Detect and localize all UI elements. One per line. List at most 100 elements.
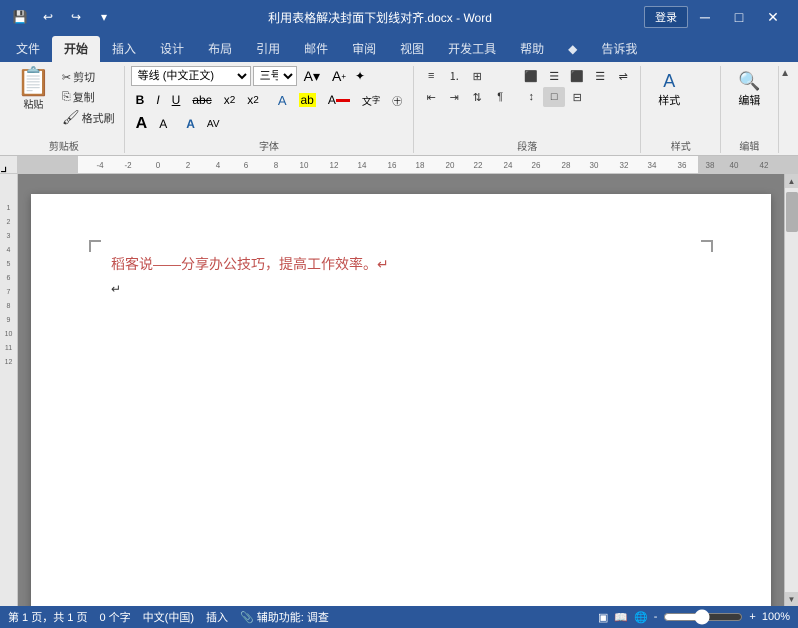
document-title: 利用表格解决封面下划线对齐.docx - Word — [116, 9, 644, 26]
scroll-track[interactable] — [785, 188, 798, 592]
tab-view[interactable]: 视图 — [388, 36, 436, 62]
bullets-button[interactable]: ≡ — [420, 66, 442, 86]
numbering-button[interactable]: ⒈ — [443, 66, 465, 86]
save-icon-btn[interactable]: 💾 — [8, 5, 32, 29]
enclose-char-button[interactable]: ㊉ — [387, 90, 407, 110]
language-indicator[interactable]: 中文(中国) — [143, 609, 194, 625]
line-spacing-button[interactable]: ↕ — [520, 87, 542, 107]
tab-help[interactable]: 帮助 — [508, 36, 556, 62]
tab-home[interactable]: 开始 — [52, 36, 100, 62]
align-left-button[interactable]: ⬛ — [520, 66, 542, 86]
document-text-line1[interactable]: 稻客说——分享办公技巧，提高工作效率。↵ — [111, 254, 691, 274]
ruler-num-12: 12 — [330, 161, 339, 170]
tab-diamond[interactable]: ◆ — [556, 36, 589, 62]
justify-button[interactable]: ☰ — [589, 66, 611, 86]
ruler-num-20: 20 — [446, 161, 455, 170]
decrease-font-button[interactable]: A▾ — [299, 66, 325, 86]
cut-button[interactable]: ✂ 剪切 — [59, 68, 118, 86]
ribbon-group-editing: 🔍 编辑 编辑 — [721, 66, 778, 153]
show-formatting-button[interactable]: ¶ — [489, 87, 511, 107]
increase-indent-button[interactable]: ⇥ — [443, 87, 465, 107]
minimize-button[interactable]: ─ — [688, 0, 722, 34]
zoom-out-btn[interactable]: - — [654, 611, 658, 623]
character-spacing-button[interactable]: AV — [202, 114, 225, 134]
font-color-button[interactable]: A — [323, 90, 355, 110]
strikethrough-button[interactable]: abc — [187, 90, 216, 110]
tab-insert[interactable]: 插入 — [100, 36, 148, 62]
align-center-button[interactable]: ☰ — [543, 66, 565, 86]
italic-button[interactable]: I — [151, 90, 164, 110]
shading-button[interactable]: □ — [543, 87, 565, 107]
tab-layout[interactable]: 布局 — [196, 36, 244, 62]
copy-label: 复制 — [73, 89, 95, 105]
ribbon-collapse-button[interactable]: ▲ — [776, 66, 794, 81]
font-size-select[interactable]: 三号 — [253, 66, 297, 86]
increase-font-button[interactable]: A+ — [327, 66, 348, 86]
font-color2-button[interactable]: A — [181, 114, 200, 134]
tab-devtools[interactable]: 开发工具 — [436, 36, 508, 62]
zoom-in-btn[interactable]: + — [749, 611, 755, 623]
align-right-button[interactable]: ⬛ — [566, 66, 588, 86]
undo-icon-btn[interactable]: ↩ — [36, 5, 60, 29]
scroll-up-button[interactable]: ▲ — [785, 174, 798, 188]
corner-mark-tr — [701, 240, 713, 252]
ruler-num-28: 28 — [562, 161, 571, 170]
redo-icon-btn[interactable]: ↪ — [64, 5, 88, 29]
styles-gallery-button[interactable]: A 样式 — [647, 66, 691, 113]
ruler-num-22: 22 — [474, 161, 483, 170]
sort-button[interactable]: ⇅ — [466, 87, 488, 107]
page-info[interactable]: 第 1 页，共 1 页 — [8, 609, 87, 625]
insert-mode[interactable]: 插入 — [206, 609, 228, 625]
phonetic-guide-button[interactable]: 文字 — [357, 90, 385, 110]
view-normal-btn[interactable]: ▣ — [598, 611, 608, 624]
ruler-num-38: 38 — [706, 161, 715, 170]
scroll-down-button[interactable]: ▼ — [785, 592, 798, 606]
zoom-level[interactable]: 100% — [762, 611, 790, 623]
zoom-slider[interactable] — [663, 609, 743, 625]
font-name-select[interactable]: 等线 (中文正文) — [131, 66, 251, 86]
superscript-button[interactable]: x2 — [242, 90, 264, 110]
word-count[interactable]: 0 个字 — [99, 609, 130, 625]
subscript-button[interactable]: x2 — [219, 90, 241, 110]
tab-review[interactable]: 审阅 — [340, 36, 388, 62]
underline-button[interactable]: U — [167, 90, 186, 110]
copy-button[interactable]: ⎘ 复制 — [59, 88, 118, 106]
ruler-num-32: 32 — [620, 161, 629, 170]
text-direction-button[interactable]: ⇌ — [612, 66, 634, 86]
text-highlight-button[interactable]: ab — [294, 90, 321, 110]
paste-button[interactable]: 📋 粘贴 — [10, 66, 57, 113]
tab-file[interactable]: 文件 — [4, 36, 52, 62]
login-button[interactable]: 登录 — [644, 6, 688, 28]
font-size-row: A A A AV — [131, 114, 225, 134]
scroll-thumb[interactable] — [786, 192, 798, 232]
tab-references[interactable]: 引用 — [244, 36, 292, 62]
search-icon: 🔍 — [738, 71, 760, 92]
ruler-corner[interactable]: ⌟ — [0, 156, 18, 174]
view-web-btn[interactable]: 🌐 — [634, 611, 648, 624]
restore-button[interactable]: □ — [722, 0, 756, 34]
tab-design[interactable]: 设计 — [148, 36, 196, 62]
document-page[interactable]: 稻客说——分享办公技巧，提高工作效率。↵ ↵ — [31, 194, 771, 606]
view-reading-btn[interactable]: 📖 — [614, 611, 628, 624]
tab-tellme[interactable]: 告诉我 — [589, 36, 649, 62]
document-area[interactable]: 稻客说——分享办公技巧，提高工作效率。↵ ↵ — [18, 174, 784, 606]
copy-icon: ⎘ — [62, 91, 71, 104]
decrease-indent-button[interactable]: ⇤ — [420, 87, 442, 107]
bold-button[interactable]: B — [131, 90, 150, 110]
font-content: 等线 (中文正文) 三号 A▾ A+ ✦ B I U abc x2 x2 A — [131, 66, 408, 136]
proofing-status[interactable]: 📎 辅助功能: 调查 — [240, 609, 329, 625]
close-button[interactable]: ✕ — [756, 0, 790, 34]
ribbon-tab-bar: 文件 开始 插入 设计 布局 引用 邮件 审阅 视图 开发工具 帮助 ◆ 告诉我 — [0, 34, 798, 62]
tab-mailing[interactable]: 邮件 — [292, 36, 340, 62]
clear-format-button[interactable]: ✦ — [350, 66, 370, 86]
list-icons: ≡ ⒈ ⊞ ⇤ ⇥ ⇅ ¶ — [420, 66, 511, 107]
text-effect-button[interactable]: A — [273, 90, 292, 110]
customize-quick-btn[interactable]: ▾ — [92, 5, 116, 29]
border-button[interactable]: ⊟ — [566, 87, 588, 107]
editing-button[interactable]: 🔍 编辑 — [727, 66, 771, 113]
grow-font-button[interactable]: A — [131, 114, 153, 134]
ribbon-group-paragraph: ≡ ⒈ ⊞ ⇤ ⇥ ⇅ ¶ ⬛ ☰ ⬛ — [414, 66, 641, 153]
multilevel-list-button[interactable]: ⊞ — [466, 66, 488, 86]
format-painter-button[interactable]: 🖌 格式刷 — [59, 108, 118, 127]
shrink-font-button[interactable]: A — [154, 114, 172, 134]
